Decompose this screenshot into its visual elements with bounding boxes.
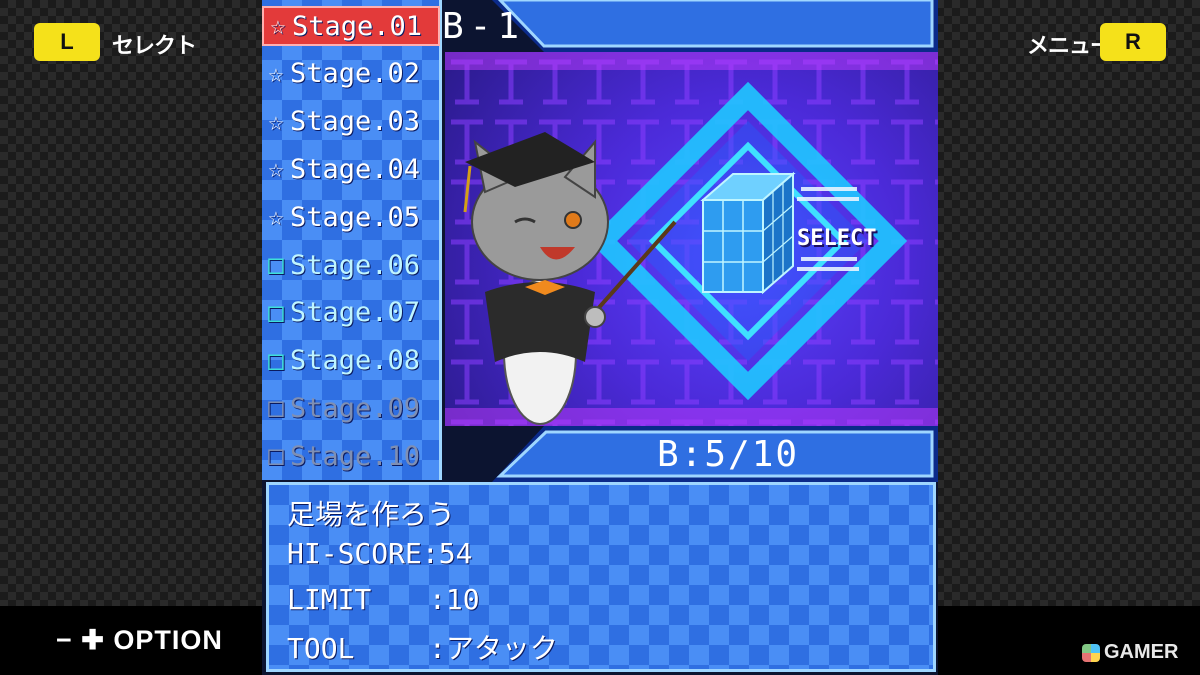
watermark-text: GAMER bbox=[1104, 641, 1179, 663]
menu-label: メニュー bbox=[1027, 34, 1112, 59]
star-icon: ☆ bbox=[268, 202, 284, 233]
limit-label: LIMIT bbox=[287, 583, 372, 616]
stage-preview: SELECT bbox=[445, 52, 938, 426]
stage-item[interactable]: □ Stage.08 bbox=[262, 341, 440, 381]
stage-label: Stage.09 bbox=[290, 392, 421, 424]
stage-item[interactable]: ☆ Stage.01 bbox=[262, 6, 440, 46]
stage-info-panel: 足場を作ろう HI-SCORE:54 LIMIT:10 TOOL:アタック bbox=[266, 482, 936, 672]
option-button[interactable]: − ✚ OPTION bbox=[56, 625, 223, 656]
stage-label: Stage.07 bbox=[290, 297, 421, 329]
stage-label: Stage.03 bbox=[290, 106, 421, 138]
tool-value: アタック bbox=[445, 632, 558, 665]
square-icon: □ bbox=[268, 297, 284, 328]
square-icon: □ bbox=[268, 250, 284, 280]
minus-plus-icon: − ✚ bbox=[56, 625, 105, 655]
stage-label: Stage.04 bbox=[290, 153, 421, 185]
stage-label: Stage.06 bbox=[290, 249, 421, 281]
option-label: OPTION bbox=[113, 625, 223, 655]
stage-label: Stage.10 bbox=[290, 440, 421, 472]
stage-item: □ Stage.09 bbox=[262, 388, 440, 428]
square-icon: □ bbox=[268, 441, 284, 472]
stage-title-bar bbox=[492, 0, 938, 52]
stage-item[interactable]: ☆ Stage.05 bbox=[262, 197, 440, 237]
hiscore-label: HI-SCORE bbox=[287, 537, 422, 570]
stage-title: B-1 bbox=[442, 6, 526, 47]
stage-item[interactable]: ☆ Stage.04 bbox=[262, 149, 440, 189]
stage-item: □ Stage.10 bbox=[262, 436, 440, 476]
square-icon: □ bbox=[268, 393, 284, 424]
stage-list: ☆ Stage.01 ☆ Stage.02 ☆ Stage.03 ☆ Stage.04 ☆ Sta… bbox=[262, 0, 442, 480]
stage-label: Stage.02 bbox=[290, 58, 421, 90]
stage-item[interactable]: □ Stage.06 bbox=[262, 245, 440, 285]
select-label: セレクト bbox=[112, 34, 197, 59]
game-screen: ☆ Stage.01 ☆ Stage.02 ☆ Stage.03 ☆ Stage.04 ☆ Sta… bbox=[262, 0, 938, 675]
limit-value: 10 bbox=[445, 583, 480, 616]
star-icon: ☆ bbox=[268, 106, 284, 137]
limit-row: LIMIT:10 bbox=[287, 583, 480, 616]
stage-item[interactable]: ☆ Stage.02 bbox=[262, 54, 440, 94]
stage-item[interactable]: ☆ Stage.03 bbox=[262, 102, 440, 142]
gamer-logo-icon bbox=[1082, 643, 1100, 662]
stage-label: Stage.05 bbox=[290, 201, 421, 233]
stage-label: Stage.08 bbox=[290, 345, 421, 377]
star-icon: ☆ bbox=[268, 154, 284, 185]
select-preview-label: SELECT bbox=[797, 226, 877, 251]
stage-progress: B:5/10 bbox=[657, 434, 800, 475]
hiscore-row: HI-SCORE:54 bbox=[287, 537, 473, 570]
stage-item[interactable]: □ Stage.07 bbox=[262, 293, 440, 333]
square-icon: □ bbox=[268, 345, 284, 376]
tool-row: TOOL:アタック bbox=[287, 632, 558, 665]
star-icon: ☆ bbox=[268, 58, 284, 89]
stage-label: Stage.01 bbox=[292, 10, 423, 42]
watermark: GAMER bbox=[1082, 641, 1178, 664]
l-button-key[interactable]: L bbox=[34, 23, 100, 61]
hiscore-value: 54 bbox=[438, 537, 473, 570]
tool-label: TOOL bbox=[287, 632, 355, 665]
r-button-key[interactable]: R bbox=[1100, 23, 1166, 61]
star-icon: ☆ bbox=[270, 11, 286, 41]
stage-name: 足場を作ろう bbox=[287, 498, 456, 531]
